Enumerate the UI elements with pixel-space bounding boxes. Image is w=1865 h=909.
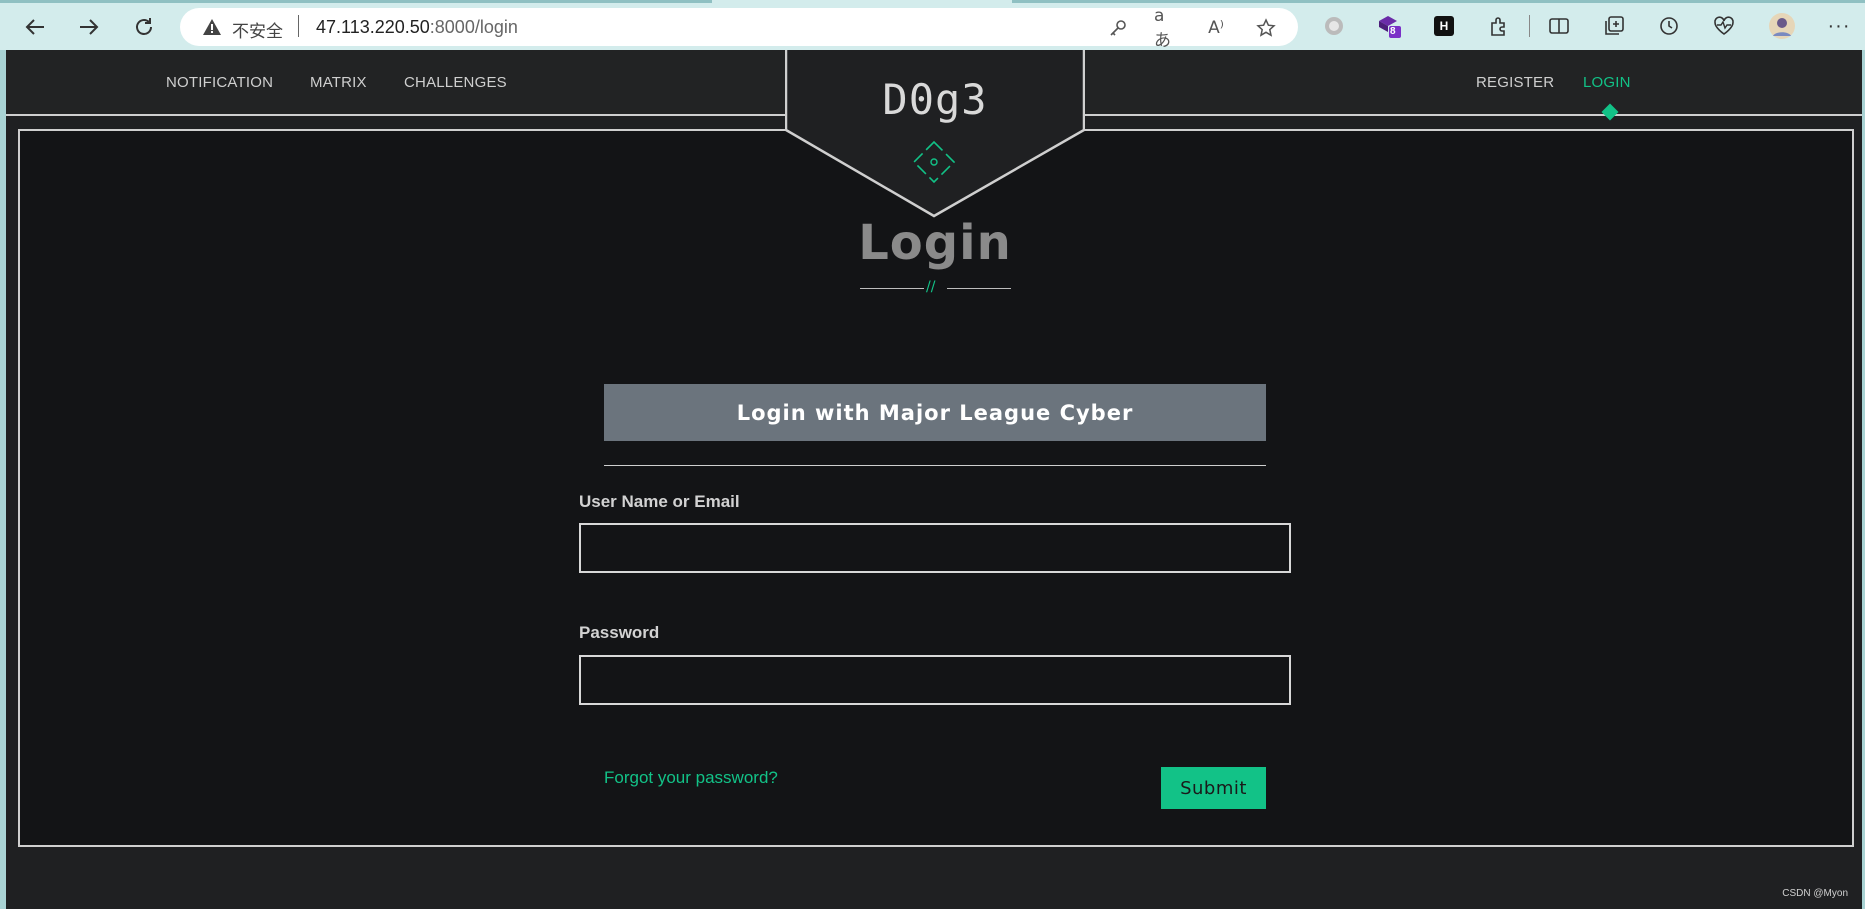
purple-extension-icon[interactable]: 8	[1375, 12, 1403, 40]
title-slash-deco: //	[926, 279, 936, 295]
password-input[interactable]	[579, 655, 1291, 705]
insecure-label: 不安全	[232, 22, 283, 42]
nav-divider-right	[1083, 114, 1862, 116]
title-rule-left	[860, 288, 924, 289]
h-extension-icon[interactable]: H	[1430, 12, 1458, 40]
username-input[interactable]	[579, 523, 1291, 573]
username-label: User Name or Email	[579, 492, 740, 511]
login-with-mlc-button[interactable]: Login with Major League Cyber	[604, 384, 1266, 441]
history-icon[interactable]	[1655, 12, 1683, 40]
toolbar-separator	[1529, 15, 1530, 37]
watermark: CSDN @Myon⁠	[1782, 888, 1848, 899]
forgot-password-link[interactable]: Forgot your password?	[604, 768, 778, 788]
nav-notification[interactable]: NOTIFICATION	[166, 74, 273, 91]
title-rule-right	[947, 288, 1011, 289]
read-aloud-icon[interactable]: A⁾	[1204, 17, 1228, 39]
url-path: :8000/login	[429, 17, 518, 37]
nav-login[interactable]: LOGIN	[1583, 74, 1631, 91]
warning-icon[interactable]	[202, 18, 222, 41]
tab-strip-edge	[1012, 0, 1865, 3]
extension-badge: 8	[1390, 26, 1396, 37]
extensions-puzzle-icon[interactable]	[1485, 12, 1513, 40]
collections-icon[interactable]	[1600, 12, 1628, 40]
site-logo[interactable]: D0g3	[785, 75, 1085, 124]
favorite-star-icon[interactable]	[1254, 17, 1278, 39]
submit-button[interactable]: Submit	[1161, 767, 1266, 809]
page-title: Login	[858, 215, 1012, 271]
address-separator	[298, 15, 299, 37]
url-host: 47.113.220.50	[316, 17, 430, 37]
more-menu-icon[interactable]: ···	[1825, 12, 1853, 40]
tab-strip-edge	[0, 0, 712, 3]
page: NOTIFICATION MATRIX CHALLENGES REGISTER …	[6, 50, 1862, 909]
address-bar[interactable]: 不安全 47.113.220.50:8000/login aあ A⁾	[180, 6, 1298, 51]
health-heart-icon[interactable]	[1710, 12, 1738, 40]
password-label: Password	[579, 623, 660, 642]
url-text[interactable]: 47.113.220.50:8000/login	[316, 17, 518, 38]
h-extension-label: H	[1434, 16, 1454, 36]
active-nav-marker	[1601, 103, 1619, 121]
form-divider	[604, 465, 1266, 466]
key-icon[interactable]	[1106, 17, 1130, 39]
translate-icon[interactable]: aあ	[1154, 6, 1178, 51]
split-screen-icon[interactable]	[1545, 12, 1573, 40]
circle-extension-icon[interactable]	[1320, 12, 1348, 40]
forward-icon[interactable]	[72, 10, 106, 44]
nav-register[interactable]: REGISTER	[1476, 74, 1554, 91]
nav-divider-left	[6, 114, 787, 116]
nav-matrix[interactable]: MATRIX	[310, 74, 367, 91]
back-icon[interactable]	[18, 10, 52, 44]
browser-toolbar: 不安全 47.113.220.50:8000/login aあ A⁾ 8 H ·…	[0, 0, 1865, 51]
refresh-icon[interactable]	[127, 10, 161, 44]
profile-avatar[interactable]	[1768, 12, 1796, 40]
nav-challenges[interactable]: CHALLENGES	[404, 74, 507, 91]
